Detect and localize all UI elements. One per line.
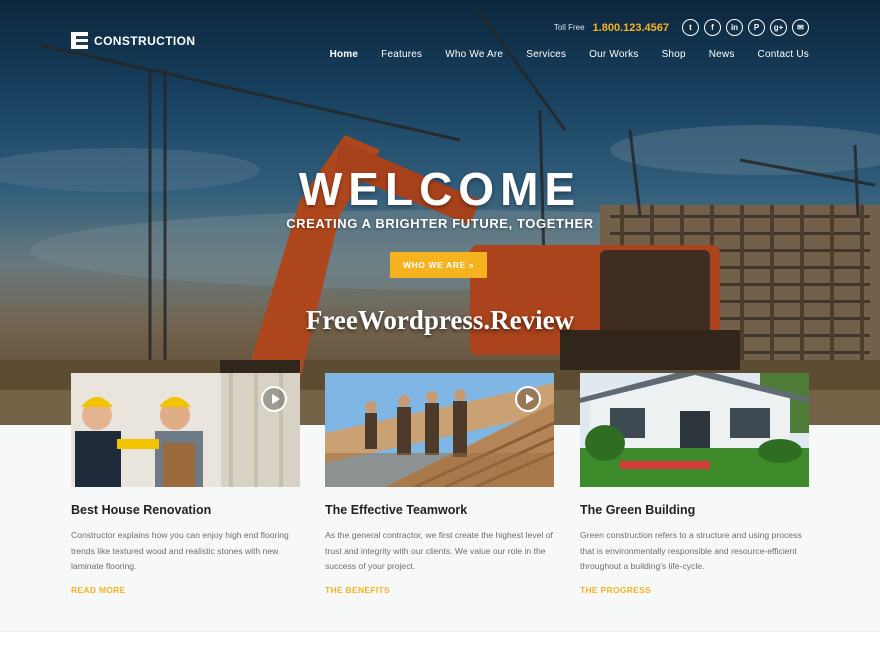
play-video-icon[interactable] <box>515 386 541 412</box>
card-description: As the general contractor, we first crea… <box>325 530 553 571</box>
nav-item-home[interactable]: Home <box>330 49 359 60</box>
nav-item-news[interactable]: News <box>709 49 735 60</box>
feature-card-green-building: The Green Building Green construction re… <box>580 373 810 595</box>
card-image-renovation[interactable] <box>71 373 300 487</box>
twitter-icon[interactable]: t <box>682 19 699 36</box>
nav-item-services[interactable]: Services <box>526 49 566 60</box>
play-video-icon[interactable] <box>261 386 287 412</box>
card-title[interactable]: The Effective Teamwork <box>325 503 555 517</box>
hero-title: WELCOME <box>298 163 582 215</box>
tollfree-number[interactable]: 1.800.123.4567 <box>593 22 669 34</box>
main-nav: Home Features Who We Are Services Our Wo… <box>330 49 809 60</box>
nav-item-features[interactable]: Features <box>381 49 422 60</box>
nav-item-who-we-are[interactable]: Who We Are <box>445 49 503 60</box>
logo-text: CONSTRUCTION <box>94 33 196 48</box>
pinterest-icon[interactable]: P <box>748 19 765 36</box>
nav-item-our-works[interactable]: Our Works <box>589 49 638 60</box>
card-title[interactable]: Best House Renovation <box>71 503 301 517</box>
card-title[interactable]: The Green Building <box>580 503 810 517</box>
the-progress-link[interactable]: THE PROGRESS <box>580 585 651 595</box>
hero-tagline: CREATING A BRIGHTER FUTURE, TOGETHER <box>286 216 594 231</box>
logo-icon <box>71 32 88 49</box>
read-more-link[interactable]: READ MORE <box>71 585 126 595</box>
google-plus-icon[interactable]: g+ <box>770 19 787 36</box>
card-description: Constructor explains how you can enjoy h… <box>71 530 289 571</box>
card-image-green-building[interactable] <box>580 373 809 487</box>
email-icon[interactable]: ✉ <box>792 19 809 36</box>
house-photo <box>580 373 809 487</box>
topbar: Toll Free 1.800.123.4567 t f in P g+ ✉ <box>554 19 809 36</box>
nav-item-shop[interactable]: Shop <box>662 49 686 60</box>
hero-banner: CONSTRUCTION Toll Free 1.800.123.4567 t … <box>0 0 880 425</box>
page: CONSTRUCTION Toll Free 1.800.123.4567 t … <box>0 0 880 660</box>
tollfree-label: Toll Free <box>553 23 585 32</box>
site-logo[interactable]: CONSTRUCTION <box>71 32 195 49</box>
feature-card-teamwork: The Effective Teamwork As the general co… <box>325 373 555 595</box>
next-section <box>0 631 880 660</box>
card-image-teamwork[interactable] <box>325 373 554 487</box>
the-benefits-link[interactable]: THE BENEFITS <box>325 585 390 595</box>
linkedin-icon[interactable]: in <box>726 19 743 36</box>
who-we-are-button[interactable]: WHO WE ARE » <box>390 252 487 278</box>
facebook-icon[interactable]: f <box>704 19 721 36</box>
watermark-text: FreeWordpress.Review <box>305 305 575 335</box>
card-description: Green construction refers to a structure… <box>580 530 802 571</box>
nav-item-contact-us[interactable]: Contact Us <box>758 49 809 60</box>
feature-card-renovation: Best House Renovation Constructor explai… <box>71 373 301 595</box>
